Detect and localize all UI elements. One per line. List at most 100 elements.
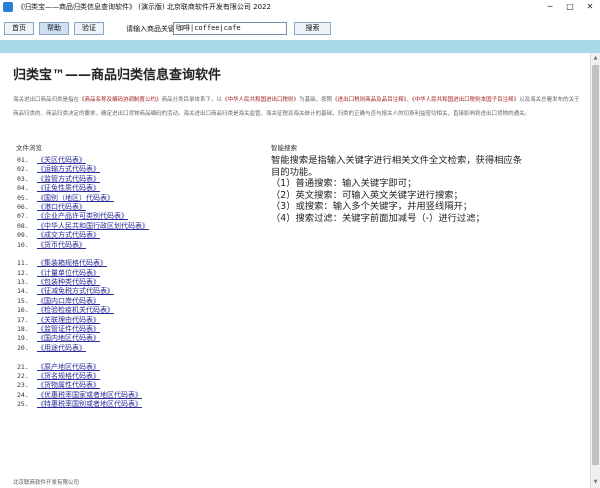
file-item-number: 09. [17, 231, 29, 240]
file-item-number: 15. [17, 296, 29, 305]
file-item-number: 18. [17, 325, 29, 334]
file-item-number: 12. [17, 268, 29, 277]
file-list-item[interactable]: 12. 《计量单位代码表》 [17, 269, 257, 278]
file-item-link[interactable]: 《企业产品许可类别代码表》 [37, 212, 128, 220]
file-item-link[interactable]: 《用途代码表》 [37, 344, 86, 352]
file-item-number: 16. [17, 306, 29, 315]
file-list-item[interactable]: 22. 《货名规格代码表》 [17, 372, 257, 381]
file-list-item[interactable]: 17. 《关联理由代码表》 [17, 316, 257, 325]
file-item-number: 06. [17, 202, 29, 211]
file-item-number: 01. [17, 156, 29, 164]
files-section-label: 文件浏览 [16, 144, 42, 152]
file-item-link[interactable]: 《货币代码表》 [37, 241, 86, 249]
scrollbar-thumb[interactable] [592, 65, 599, 465]
file-item-number: 22. [17, 371, 29, 380]
chevron-up-icon[interactable]: ▲ [591, 54, 600, 63]
smart-search-line: 目的功能。 [271, 166, 318, 178]
file-item-link[interactable]: 《中华人民共和国行政区划代码表》 [37, 222, 149, 230]
close-button[interactable]: ✕ [580, 0, 600, 14]
file-list-item[interactable]: 24. 《优惠税率国家或者地区代码表》 [17, 391, 257, 400]
file-item-number: 25. [17, 400, 29, 409]
file-item-number: 11. [17, 259, 29, 268]
file-item-link[interactable]: 《关区代码表》 [37, 156, 86, 164]
file-item-link[interactable]: 《运输方式代码表》 [37, 165, 100, 173]
file-item-link[interactable]: 《计量单位代码表》 [37, 269, 100, 277]
file-item-number: 24. [17, 390, 29, 399]
file-item-link[interactable]: 《特惠税率国别或者地区代码表》 [37, 400, 142, 408]
app-icon [3, 2, 13, 12]
file-item-link[interactable]: 《成交方式代码表》 [37, 231, 100, 239]
file-list-item[interactable]: 05. 《国别（地区）代码表》 [17, 194, 257, 203]
chevron-down-icon[interactable]: ▼ [591, 478, 600, 487]
file-list-item[interactable]: 02. 《运输方式代码表》 [17, 165, 257, 174]
vertical-scrollbar[interactable]: ▲ ▼ [590, 53, 600, 488]
smart-search-description: 智能搜索是指输入关键字进行相关文件全文检索，获得相应条 目的功能。 （1）普通搜索：… [271, 155, 589, 224]
intro-highlight: 《中华人民共和国进出口税则本国子目注释》 [411, 97, 520, 103]
file-list-item[interactable]: 23. 《货物属性代码表》 [17, 381, 257, 390]
file-item-number: 14. [17, 287, 29, 296]
file-list-item[interactable]: 19. 《国内地区代码表》 [17, 334, 257, 343]
file-item-link[interactable]: 《征减免税方式代码表》 [37, 287, 114, 295]
file-list-item[interactable]: 03. 《监管方式代码表》 [17, 175, 257, 184]
smart-search-line: （1）普通搜索：输入关键字即可； [271, 178, 417, 189]
file-list-item[interactable]: 06. 《港口代码表》 [17, 203, 257, 212]
title-bar: 《归类宝——商品归类信息查询软件》 (演示版) 北京联商软件开发有限公司 202… [0, 0, 600, 14]
home-button[interactable]: 首页 [4, 22, 34, 35]
file-item-link[interactable]: 《包装种类代码表》 [37, 278, 100, 286]
file-list-item[interactable]: 10. 《货币代码表》 [17, 241, 257, 250]
file-list-item[interactable]: 07. 《企业产品许可类别代码表》 [17, 212, 257, 221]
file-list-item[interactable]: 20. 《用途代码表》 [17, 344, 257, 353]
file-item-link[interactable]: 《征免性质代码表》 [37, 184, 100, 192]
smart-search-line: （3）或搜索：输入多个关键字，并用竖线隔开； [271, 201, 473, 212]
maximize-button[interactable]: □ [560, 0, 580, 14]
window-title: 《归类宝——商品归类信息查询软件》 (演示版) 北京联商软件开发有限公司 202… [17, 3, 271, 11]
file-list-item[interactable]: 09. 《成交方式代码表》 [17, 231, 257, 240]
file-item-link[interactable]: 《监管证件代码表》 [37, 325, 100, 333]
file-list-item[interactable]: 01. 《关区代码表》 [17, 156, 257, 165]
file-item-number: 07. [17, 212, 29, 221]
file-item-link[interactable]: 《国内地区代码表》 [37, 334, 100, 342]
file-list-item[interactable]: 18. 《监管证件代码表》 [17, 325, 257, 334]
file-item-link[interactable]: 《优惠税率国家或者地区代码表》 [37, 391, 142, 399]
file-list-item[interactable]: 11. 《集装箱规格代码表》 [17, 259, 257, 268]
file-item-number: 21. [17, 362, 29, 371]
smart-search-line: 智能搜索是指输入关键字进行相关文件全文检索，获得相应条 [271, 155, 523, 166]
help-button[interactable]: 帮助 [39, 22, 69, 35]
file-list-item[interactable]: 21. 《原产地区代码表》 [17, 363, 257, 372]
minimize-button[interactable]: ─ [540, 0, 560, 14]
verify-button[interactable]: 验证 [74, 22, 104, 35]
intro-text: 海关进出口商品归类是指在 [13, 97, 80, 103]
file-list-item[interactable]: 08. 《中华人民共和国行政区划代码表》 [17, 222, 257, 231]
file-item-link[interactable]: 《原产地区代码表》 [37, 363, 100, 371]
file-list-item[interactable]: 25. 《特惠税率国别或者地区代码表》 [17, 400, 257, 409]
smart-search-line: （2）英文搜索：可输入英文关键字进行搜索； [271, 189, 463, 201]
smart-search-line: （4）搜索过滤：关键字前面加减号（-）进行过滤； [271, 212, 485, 224]
file-list-item[interactable]: 14. 《征减免税方式代码表》 [17, 287, 257, 296]
intro-highlight: 《中华人民共和国进出口税则》 [222, 97, 300, 103]
keyword-input[interactable]: 咖啡|coffee|cafe [173, 22, 287, 35]
intro-text: 商品分类目录体系下，以 [161, 97, 223, 103]
file-item-number: 04. [17, 184, 29, 193]
file-list-item[interactable]: 15. 《国内口岸代码表》 [17, 297, 257, 306]
file-item-link[interactable]: 《货名规格代码表》 [37, 372, 100, 380]
intro-paragraph: 海关进出口商品归类是指在《商品名称及编码协调制度公约》商品分类目录体系下，以《中… [13, 94, 581, 121]
file-list-item[interactable]: 16. 《检验检疫机关代码表》 [17, 306, 257, 315]
file-item-link[interactable]: 《货物属性代码表》 [37, 381, 100, 389]
intro-text: 为基础，按照 [299, 97, 333, 103]
file-list: 01. 《关区代码表》 02. 《运输方式代码表》 03. 《监管方式代码表》 04. 《征免… [17, 156, 257, 410]
file-item-number: 19. [17, 334, 29, 343]
search-button[interactable]: 搜索 [294, 22, 331, 35]
file-item-link[interactable]: 《关联理由代码表》 [37, 316, 100, 324]
file-item-number: 02. [17, 165, 29, 174]
file-item-link[interactable]: 《国内口岸代码表》 [37, 297, 100, 305]
file-item-link[interactable]: 《国别（地区）代码表》 [37, 194, 114, 202]
file-list-item[interactable]: 04. 《征免性质代码表》 [17, 184, 257, 193]
file-item-link[interactable]: 《检验检疫机关代码表》 [37, 306, 114, 314]
toolbar: 首页 帮助 验证 请输入商品关键字: 咖啡|coffee|cafe 搜索 [0, 14, 600, 40]
file-item-link[interactable]: 《港口代码表》 [37, 203, 86, 211]
file-item-number: 17. [17, 315, 29, 324]
file-item-link[interactable]: 《监管方式代码表》 [37, 175, 100, 183]
file-item-link[interactable]: 《集装箱规格代码表》 [37, 259, 107, 267]
list-gap [17, 250, 257, 259]
file-item-number: 23. [17, 381, 29, 390]
